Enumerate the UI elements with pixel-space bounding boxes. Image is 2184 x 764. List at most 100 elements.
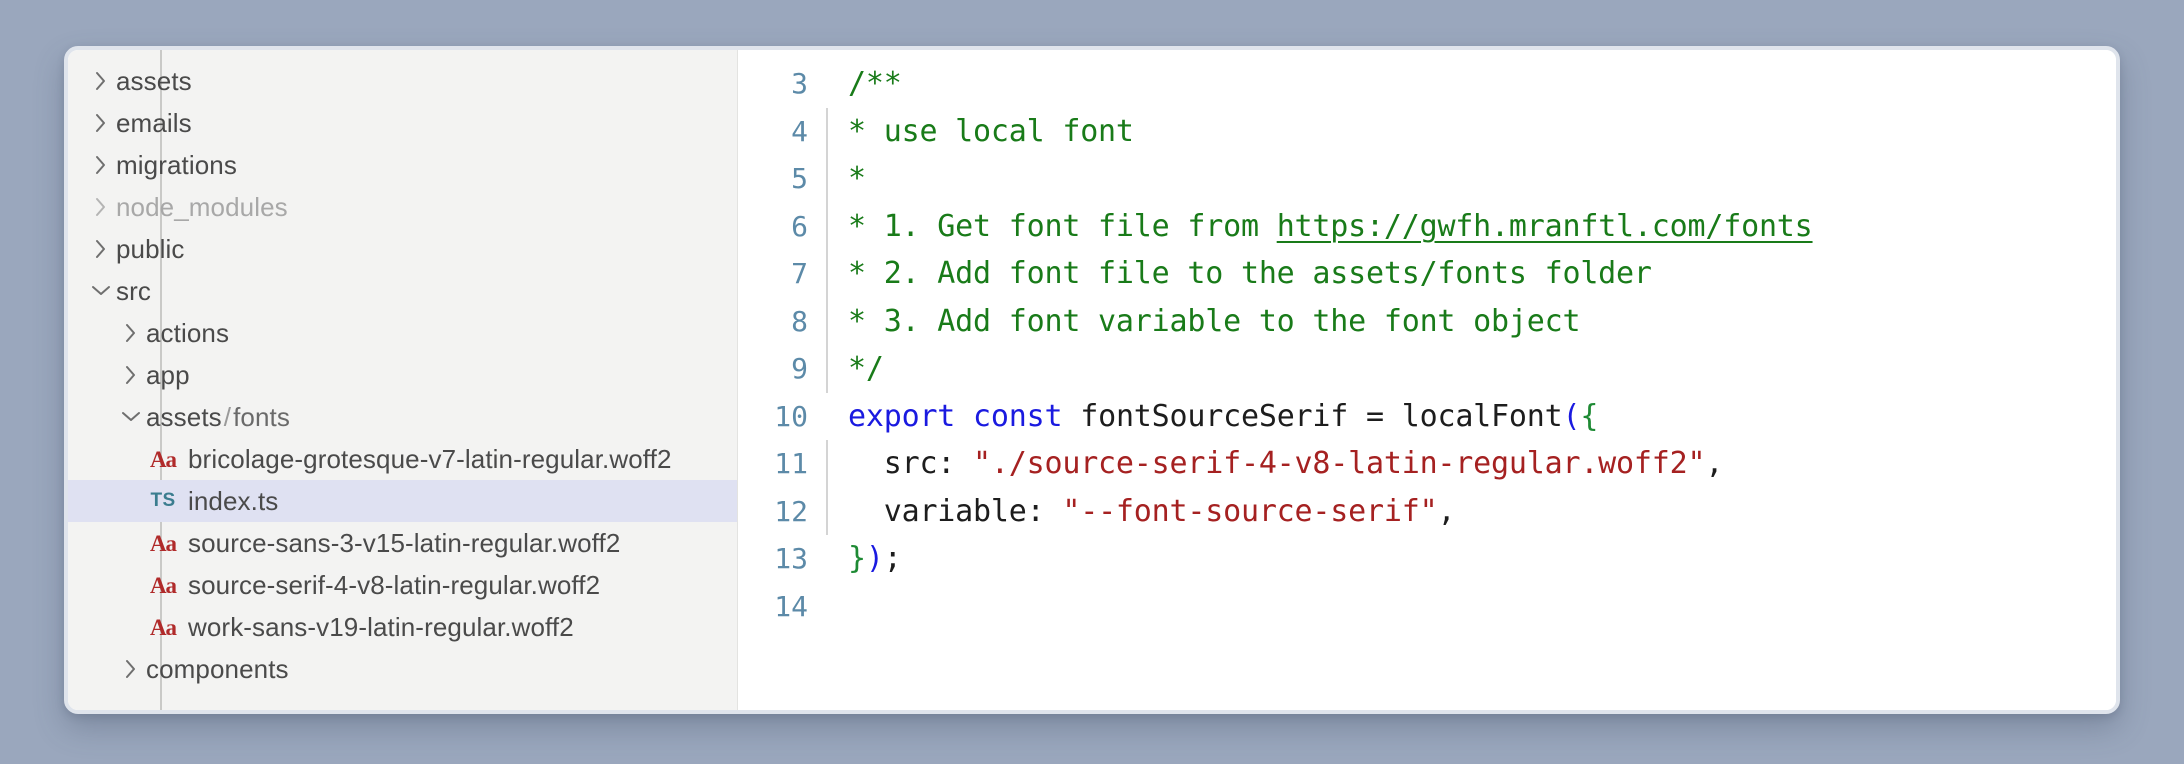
line-number: 8 [791, 304, 808, 338]
code-text: /** [848, 66, 2116, 101]
chevron-down-icon[interactable] [116, 409, 146, 425]
chevron-right-icon[interactable] [116, 322, 146, 344]
font-file-icon: Aa [146, 574, 180, 597]
line-number: 10 [774, 399, 808, 433]
code-token-plain: variable: [848, 493, 1063, 529]
code-token-link[interactable]: https://gwfh.mranftl.com/fonts [1277, 209, 1813, 244]
code-token-brace-green: { [1580, 398, 1599, 434]
code-token-plain: ; [883, 541, 902, 577]
code-token-comment: /** [848, 66, 902, 102]
code-text: * 1. Get font file from https://gwfh.mra… [848, 209, 2116, 244]
code-editor[interactable]: 3 /** 4 * use local font 5 * 6 * 1. Get font fi… [738, 50, 2116, 710]
font-file-icon: Aa [146, 448, 180, 471]
tree-item-bricolage-grotesque-v7-latin-regular-woff2[interactable]: Aa bricolage-grotesque-v7-latin-regular.w… [68, 438, 737, 480]
line-number: 14 [774, 589, 808, 623]
code-line[interactable]: 4 * use local font [738, 107, 2116, 155]
path-segment-1: assets [146, 401, 222, 432]
line-number: 11 [774, 447, 808, 481]
chevron-right-icon[interactable] [86, 196, 116, 218]
tree-item-migrations[interactable]: migrations [68, 144, 737, 186]
chevron-right-icon[interactable] [86, 154, 116, 176]
code-indent-guide [826, 393, 828, 441]
code-token-plain: , [1437, 493, 1456, 529]
line-number: 9 [791, 352, 808, 386]
line-number: 13 [774, 542, 808, 576]
tree-item-public[interactable]: public [68, 228, 737, 270]
tree-item-label: actions [146, 317, 230, 348]
code-line[interactable]: 8 * 3. Add font variable to the font obje… [738, 297, 2116, 345]
code-text: export const fontSourceSerif = localFont… [848, 399, 2116, 434]
code-line[interactable]: 3 /** [738, 60, 2116, 108]
code-indent-guide [826, 535, 828, 583]
tree-item-label: app [146, 359, 190, 390]
tree-item-label: work-sans-v19-latin-regular.woff2 [188, 611, 574, 642]
code-token-keyword: const [973, 398, 1063, 434]
file-tree[interactable]: assets emails migrations node_modulespublic… [68, 60, 737, 690]
tree-item-index-ts[interactable]: TS index.ts [68, 480, 737, 522]
code-indent-guide [826, 250, 828, 298]
tree-item-work-sans-v19-latin-regular-woff2[interactable]: Aa work-sans-v19-latin-regular.woff2 [68, 606, 737, 648]
code-token-comment: */ [848, 351, 884, 387]
code-line[interactable]: 12 variable: "--font-source-serif", [738, 487, 2116, 535]
code-token-string: "--font-source-serif" [1062, 493, 1438, 529]
code-indent-guide [826, 202, 828, 250]
tree-item-label: source-serif-4-v8-latin-regular.woff2 [188, 569, 601, 600]
code-indent-guide [826, 107, 828, 155]
chevron-down-icon[interactable] [86, 283, 116, 299]
path-separator: / [223, 401, 232, 432]
tree-item-app[interactable]: app [68, 354, 737, 396]
font-file-icon: Aa [146, 532, 180, 555]
tree-item-source-serif-4-v8-latin-regular-woff2[interactable]: Aa source-serif-4-v8-latin-regular.woff2 [68, 564, 737, 606]
chevron-right-icon[interactable] [86, 238, 116, 260]
tree-item-actions[interactable]: actions [68, 312, 737, 354]
code-line[interactable]: 5 * [738, 155, 2116, 203]
code-text: */ [848, 351, 2116, 386]
font-file-icon-glyph: Aa [149, 572, 177, 598]
tree-item-components[interactable]: components [68, 648, 737, 690]
path-segment-2: fonts [233, 401, 290, 432]
code-token-plain: , [1705, 446, 1724, 482]
code-content[interactable]: 3 /** 4 * use local font 5 * 6 * 1. Get font fi… [738, 60, 2116, 630]
code-token-comment: * use local font [848, 113, 1134, 149]
code-token-comment: * 3. Add font variable to the font objec… [848, 303, 1581, 339]
chevron-right-icon[interactable] [86, 70, 116, 92]
code-token-plain: src: [848, 446, 974, 482]
code-line[interactable]: 13}); [738, 535, 2116, 583]
chevron-right-icon[interactable] [116, 658, 146, 680]
font-file-icon: Aa [146, 616, 180, 639]
tree-item-label: source-sans-3-v15-latin-regular.woff2 [188, 527, 621, 558]
tree-item-assets[interactable]: assets/fonts [68, 396, 737, 438]
tree-item-label: node_modules [116, 191, 288, 222]
tree-item-emails[interactable]: emails [68, 102, 737, 144]
code-token-brace-green: } [848, 541, 866, 577]
code-line[interactable]: 11 src: "./source-serif-4-v8-latin-regul… [738, 440, 2116, 488]
code-token-comment: * [848, 161, 866, 197]
tree-item-src[interactable]: src [68, 270, 737, 312]
code-line[interactable]: 9 */ [738, 345, 2116, 393]
file-explorer-sidebar[interactable]: assets emails migrations node_modulespublic… [68, 50, 738, 710]
tree-item-assets[interactable]: assets [68, 60, 737, 102]
tree-item-node-modules[interactable]: node_modules [68, 186, 737, 228]
chevron-right-icon[interactable] [116, 364, 146, 386]
code-indent-guide [826, 583, 828, 631]
code-token-string: "./source-serif-4-v8-latin-regular.woff2… [973, 446, 1706, 482]
code-indent-guide [826, 487, 828, 535]
code-line[interactable]: 10 export const fontSourceSerif = localFo… [738, 393, 2116, 441]
font-file-icon-glyph: Aa [149, 614, 177, 640]
editor-window: assets emails migrations node_modulespublic… [64, 46, 2120, 714]
code-line[interactable]: 6 * 1. Get font file from https://gwfh.mr… [738, 202, 2116, 250]
typescript-file-icon-glyph: TS [150, 490, 176, 511]
chevron-right-icon[interactable] [86, 112, 116, 134]
line-number: 3 [791, 67, 808, 101]
tree-item-label: assets [116, 65, 192, 96]
tree-item-source-sans-3-v15-latin-regular-woff2[interactable]: Aa source-sans-3-v15-latin-regular.woff2 [68, 522, 737, 564]
code-line[interactable]: 7 * 2. Add font file to the assets/fonts … [738, 250, 2116, 298]
line-number: 4 [791, 114, 808, 148]
tree-item-label: index.ts [188, 485, 279, 516]
code-line[interactable]: 14 [738, 583, 2116, 631]
tree-item-label: assets/fonts [146, 402, 290, 433]
code-text: * [848, 161, 2116, 196]
code-text: * use local font [848, 114, 2116, 149]
typescript-file-icon: TS [146, 490, 180, 512]
